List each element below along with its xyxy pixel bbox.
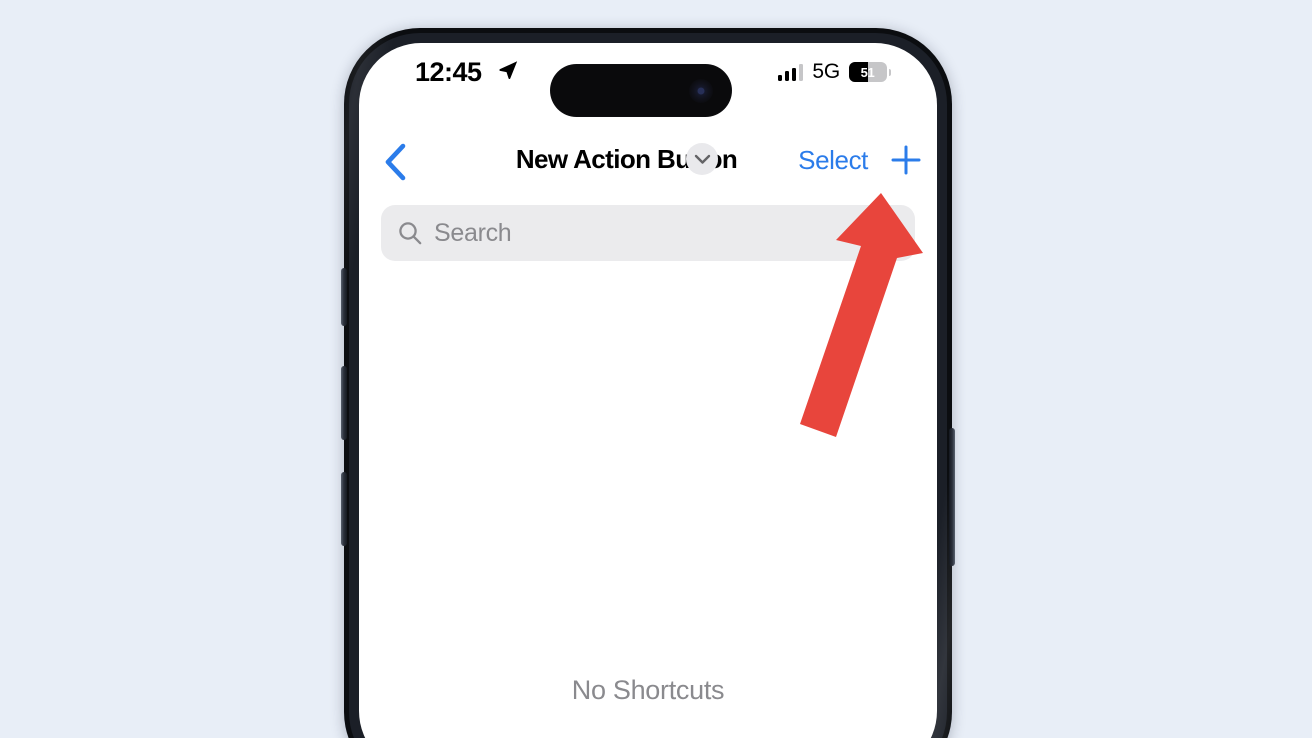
phone-screen: 12:45 5G 51 New Action Button Select Sea…	[359, 43, 937, 738]
screenshot-root: 12:45 5G 51 New Action Button Select Sea…	[0, 0, 1312, 738]
search-placeholder: Search	[434, 218, 512, 247]
volume-up-button[interactable]	[341, 366, 347, 440]
location-arrow-icon	[499, 61, 518, 80]
select-button[interactable]: Select	[798, 145, 868, 176]
power-button[interactable]	[949, 428, 955, 566]
microphone-icon[interactable]	[877, 219, 899, 247]
search-icon	[399, 222, 422, 245]
navigation-bar: New Action Button Select	[359, 137, 937, 195]
plus-icon	[891, 145, 921, 175]
battery-tip	[888, 68, 891, 76]
search-field[interactable]: Search	[381, 205, 915, 261]
back-button[interactable]	[373, 139, 417, 185]
phone-device: 12:45 5G 51 New Action Button Select Sea…	[341, 28, 955, 738]
network-type-label: 5G	[812, 60, 840, 83]
volume-down-button[interactable]	[341, 472, 347, 546]
status-time: 12:45	[415, 57, 482, 87]
battery-icon: 51	[849, 62, 891, 82]
chevron-left-icon	[385, 143, 406, 181]
title-dropdown-button[interactable]	[686, 143, 719, 175]
dynamic-island	[550, 64, 732, 117]
signal-strength-icon	[777, 64, 804, 81]
action-button[interactable]	[341, 268, 347, 326]
status-indicators: 5G 51	[777, 60, 891, 84]
battery-percent-label: 51	[860, 64, 875, 80]
front-camera-lens	[689, 78, 713, 103]
chevron-down-icon	[694, 154, 710, 164]
empty-state-label: No Shortcuts	[571, 675, 725, 705]
add-shortcut-button[interactable]	[889, 143, 923, 177]
status-bar: 12:45 5G 51	[359, 43, 937, 117]
nav-actions: Select	[798, 143, 923, 177]
